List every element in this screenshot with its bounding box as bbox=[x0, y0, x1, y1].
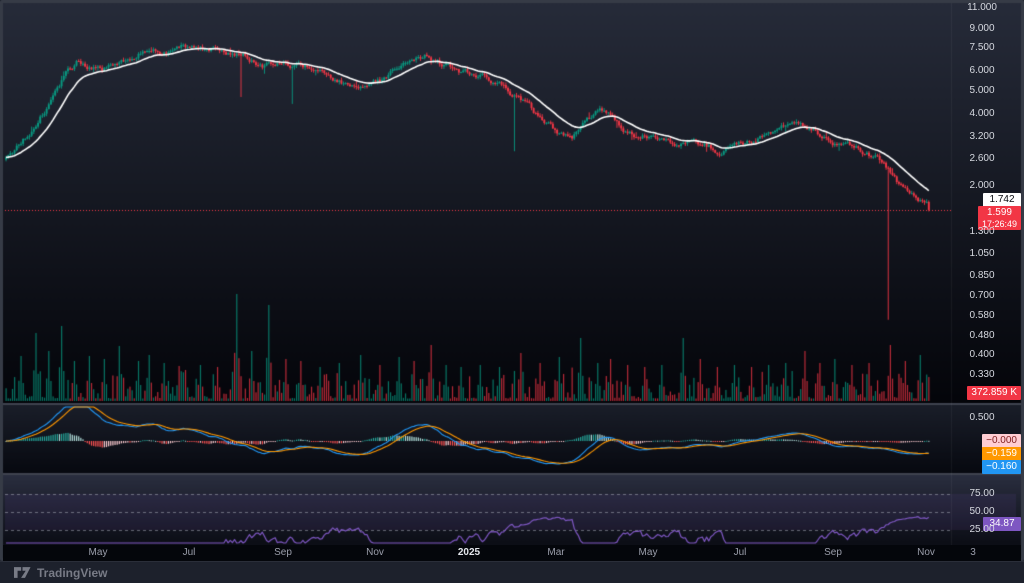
volume-value-badge: 372.859 K bbox=[967, 386, 1021, 400]
price-tick-label: 0.700 bbox=[969, 290, 995, 302]
tradingview-chart-window: { "window": {"width": 1024, "height": 58… bbox=[0, 0, 1024, 583]
price-tick-label: 4.000 bbox=[969, 107, 995, 119]
price-tick-label: 1.300 bbox=[969, 225, 995, 237]
time-axis-label: Jul bbox=[733, 547, 747, 558]
time-axis-label: 3 bbox=[970, 547, 976, 558]
price-tick-label: 2.600 bbox=[969, 153, 995, 164]
chart-canvas[interactable] bbox=[0, 0, 1024, 583]
last-price-value: 1.599 bbox=[986, 207, 1012, 218]
price-tick-label: 7.500 bbox=[969, 42, 995, 54]
tradingview-logo-text: TradingView bbox=[37, 565, 108, 580]
macd-line-badge: −0.160 bbox=[982, 460, 1021, 474]
rsi-tick-label: 25.00 bbox=[969, 524, 995, 535]
price-tick-label: 9.000 bbox=[969, 23, 995, 34]
time-axis[interactable]: May Jul Sep Nov 2025 Mar May Jul Sep Nov 3 bbox=[3, 545, 1021, 561]
price-tick-label: 0.330 bbox=[969, 369, 995, 381]
price-tick-label: 0.850 bbox=[969, 270, 995, 282]
time-axis-label: May bbox=[638, 547, 658, 558]
price-tick-label: 0.580 bbox=[969, 310, 995, 322]
price-tick-label: 5.000 bbox=[969, 84, 995, 96]
price-tick-label: 3.200 bbox=[969, 131, 995, 143]
macd-signal-badge: −0.159 bbox=[982, 447, 1021, 461]
macd-histogram-badge: −0.000 bbox=[982, 434, 1021, 448]
time-axis-label: May bbox=[88, 547, 108, 558]
time-axis-label: Nov bbox=[917, 547, 935, 558]
time-axis-label: Sep bbox=[824, 547, 842, 558]
price-tick-label: 0.400 bbox=[969, 348, 995, 360]
time-axis-label: Nov bbox=[366, 547, 384, 558]
time-axis-label: Jul bbox=[182, 547, 196, 558]
price-tick-label: 1.050 bbox=[969, 247, 995, 259]
rsi-tick-label: 75.00 bbox=[969, 488, 995, 499]
time-axis-label: 2025 bbox=[457, 547, 481, 558]
time-axis-label: Sep bbox=[274, 547, 292, 558]
price-tick-label: 2.000 bbox=[969, 180, 995, 192]
tradingview-logo-icon bbox=[14, 567, 31, 578]
time-axis-label: Mar bbox=[547, 547, 565, 558]
price-tick-label: 0.480 bbox=[969, 329, 995, 341]
price-tick-label: 11.000 bbox=[967, 1, 997, 13]
macd-scale-tick: 0.500 bbox=[969, 412, 995, 423]
ma-value-badge: 1.742 bbox=[983, 193, 1021, 207]
tradingview-logo[interactable]: TradingView bbox=[14, 566, 107, 580]
rsi-tick-label: 50.00 bbox=[969, 506, 995, 517]
footer-bar: TradingView bbox=[0, 561, 1024, 583]
price-tick-label: 6.000 bbox=[969, 65, 995, 77]
